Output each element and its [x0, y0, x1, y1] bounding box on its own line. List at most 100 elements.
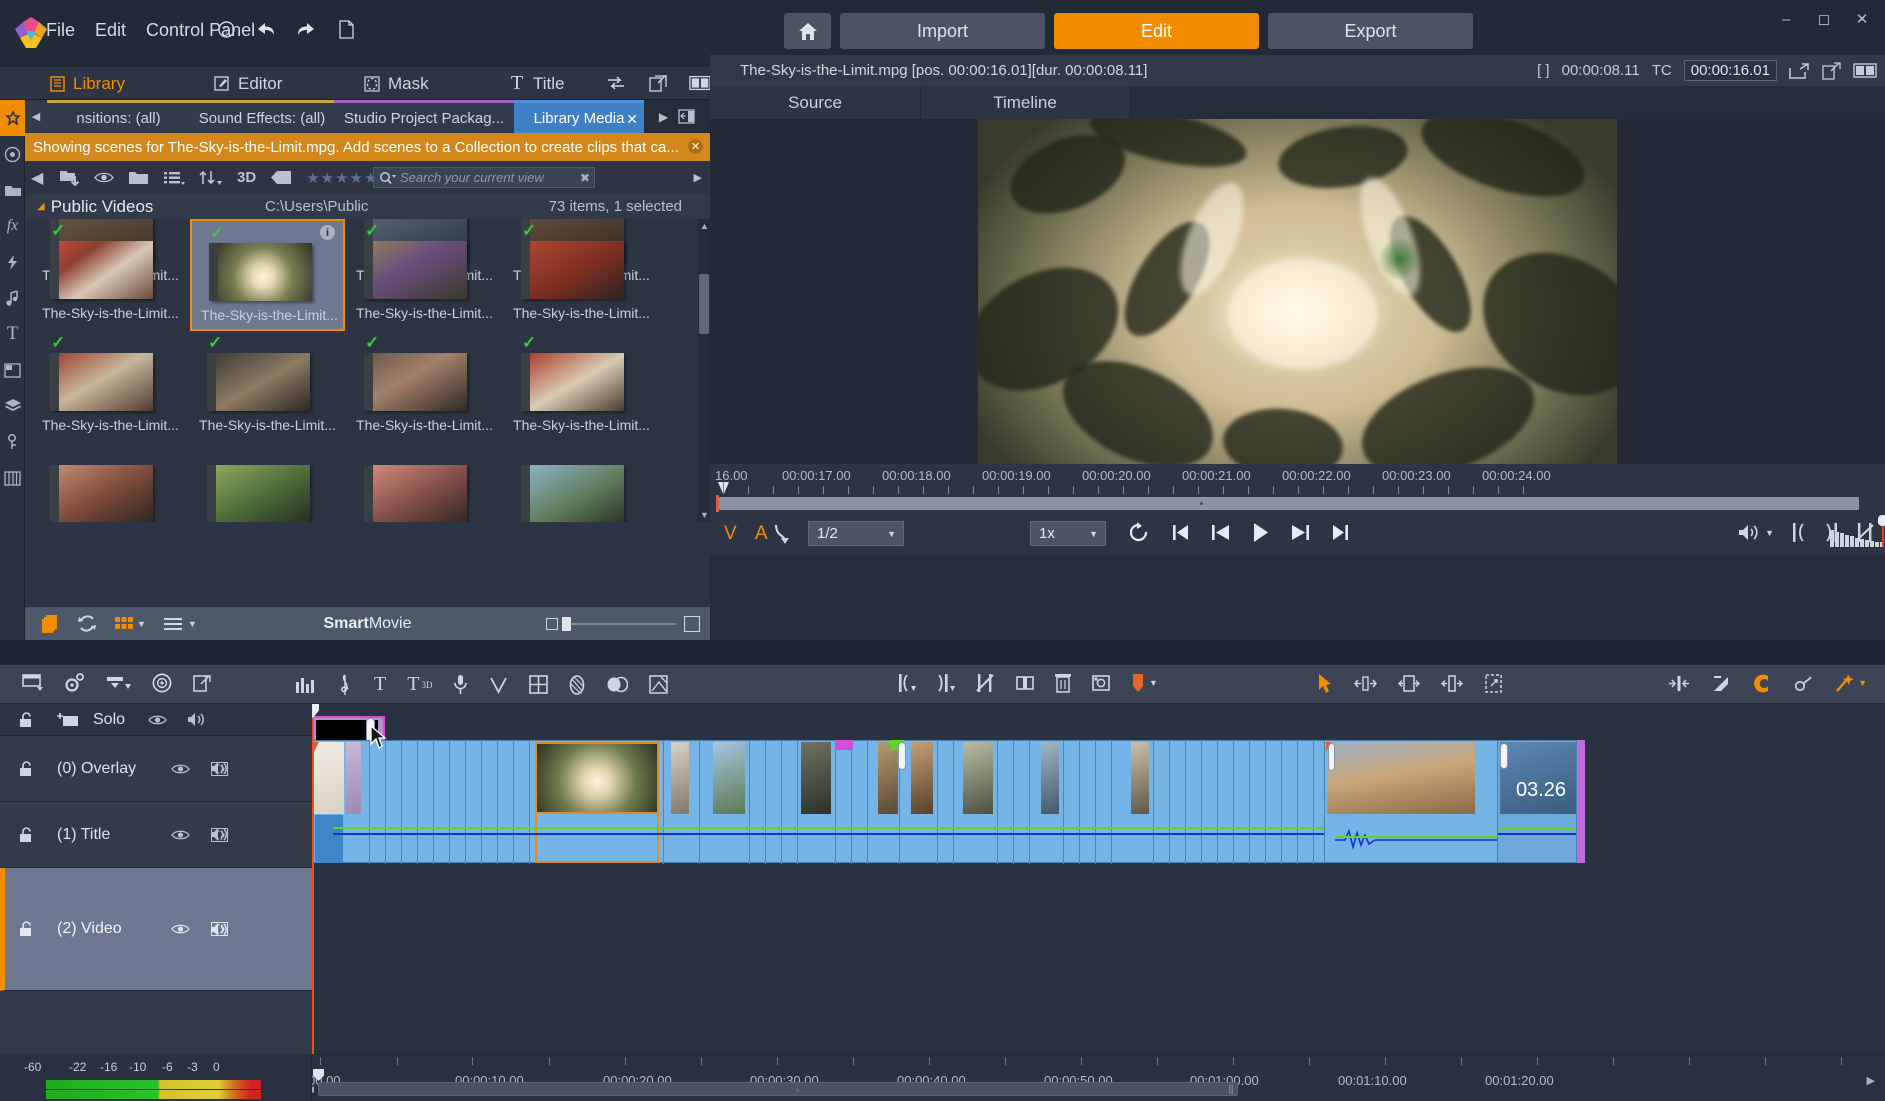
expand-icon[interactable] — [193, 674, 212, 693]
eye-icon[interactable] — [148, 714, 167, 726]
eye-icon[interactable] — [94, 171, 114, 184]
scrubber-position[interactable] — [716, 495, 719, 512]
video-clip-last[interactable]: 03.26 — [1497, 740, 1577, 863]
loop-icon[interactable] — [772, 523, 792, 545]
edit-button[interactable]: Edit — [1054, 13, 1259, 49]
magnet-icon-2[interactable] — [1711, 674, 1731, 693]
close-button[interactable]: ✕ — [1843, 6, 1881, 32]
magnet-orange-icon[interactable] — [1752, 674, 1772, 693]
duplicate-window-icon[interactable] — [647, 72, 669, 94]
clip-trim-handle[interactable] — [898, 742, 906, 770]
rail-item-media[interactable] — [0, 172, 25, 208]
timeline-scroll-right-icon[interactable]: ▶ — [1867, 1074, 1875, 1087]
disc-icon[interactable] — [152, 673, 172, 693]
title-icon[interactable]: T — [374, 673, 386, 696]
library-tabs-scroll-right[interactable]: ▶ — [659, 110, 668, 124]
voiceover-icon[interactable] — [453, 674, 468, 695]
library-tab-library-media[interactable]: Library Media ✕ — [514, 100, 644, 133]
timeline-clip-area[interactable]: 5 Quad... — [312, 704, 1885, 1054]
rail-item-favorites[interactable] — [0, 100, 25, 136]
rail-item-titles[interactable]: T — [0, 316, 25, 352]
scroll-down-icon[interactable]: ▼ — [700, 510, 709, 520]
scrollbar-grip[interactable]: ||| — [1228, 1084, 1234, 1095]
split-select[interactable]: 1/2 ▼ — [808, 521, 904, 546]
tab-timeline[interactable]: Timeline — [920, 86, 1130, 119]
rail-item-key[interactable] — [0, 424, 25, 460]
add-track-icon[interactable] — [57, 712, 79, 728]
slider-track[interactable] — [562, 616, 676, 631]
rail-item-fx[interactable]: fx — [0, 208, 25, 244]
close-icon[interactable]: ✕ — [626, 111, 638, 128]
list-item[interactable]: ✓ The-Sky-is-the-Limit... — [33, 219, 188, 331]
library-tab-transitions[interactable]: nsitions: (all) — [47, 100, 190, 133]
library-thumbnail-grid[interactable]: The-Sky-is-the-Limit... The-Sky-is-the-L… — [25, 219, 698, 522]
info-icon[interactable]: i — [320, 225, 335, 240]
marker-icon[interactable]: ▼ — [1131, 673, 1158, 693]
audio-mixer-icon[interactable] — [295, 676, 316, 694]
clear-marks-icon[interactable] — [976, 673, 995, 693]
list-view-icon[interactable] — [163, 170, 185, 186]
list-item[interactable] — [190, 443, 345, 522]
mark-out-icon[interactable] — [937, 673, 955, 693]
search-input[interactable]: Search your current view ✖ — [373, 167, 595, 188]
track-header-overlay[interactable]: (0) Overlay — [0, 736, 312, 802]
timecode-field[interactable]: 00:00:16.01 — [1683, 60, 1777, 81]
threed-toggle[interactable]: 3D — [237, 169, 256, 186]
transform-icon[interactable] — [1484, 674, 1503, 693]
duplicate-window-icon[interactable] — [1822, 61, 1841, 80]
slider-handle[interactable] — [562, 616, 571, 631]
lock-icon[interactable] — [18, 760, 35, 777]
minimize-button[interactable]: – — [1767, 6, 1805, 32]
list-item[interactable]: ✓ The-Sky-is-the-Limit... — [504, 331, 659, 443]
step-back-icon[interactable] — [1211, 524, 1230, 541]
list-item[interactable] — [347, 443, 502, 522]
trim-both-icon[interactable] — [1354, 676, 1377, 691]
eye-icon[interactable] — [171, 829, 190, 841]
lock-icon[interactable] — [18, 711, 35, 728]
tag-icon[interactable] — [270, 170, 292, 185]
clear-search-icon[interactable]: ✖ — [580, 171, 590, 185]
transition-icon[interactable] — [606, 676, 629, 693]
timeline-horizontal-scrollbar[interactable]: ◀ ||| — [307, 1082, 1238, 1096]
jump-end-icon[interactable] — [1332, 524, 1349, 541]
rail-item-transitions[interactable] — [0, 244, 25, 280]
step-forward-icon[interactable] — [1291, 524, 1310, 541]
tab-title[interactable]: T Title — [500, 67, 573, 100]
track-header-master[interactable]: Solo — [0, 704, 312, 736]
volume-icon[interactable]: ▼ — [1738, 524, 1774, 541]
thumbnail-size-slider[interactable] — [546, 615, 700, 632]
scrubber-bar[interactable] — [719, 497, 1859, 510]
redo-icon[interactable] — [295, 18, 317, 40]
list-item[interactable]: ✓ The-Sky-is-the-Limit... — [347, 219, 502, 331]
back-arrow-icon[interactable]: ◀ — [31, 168, 45, 188]
rating-stars[interactable]: ★★★★★ — [306, 169, 378, 187]
snapshot-icon[interactable] — [1092, 674, 1110, 692]
video-clip-marker[interactable] — [835, 740, 853, 750]
slide-tool-icon[interactable] — [1441, 675, 1463, 692]
tab-library[interactable]: Library — [40, 67, 133, 100]
track-header-video[interactable]: (2) Video — [0, 868, 312, 991]
mark-out-icon[interactable] — [1824, 523, 1838, 542]
rail-item-color-wheel[interactable] — [0, 136, 25, 172]
scorefitter-icon[interactable] — [649, 675, 669, 694]
lock-icon[interactable] — [18, 826, 35, 843]
chroma-icon[interactable] — [489, 676, 508, 694]
solo-label[interactable]: Solo — [93, 711, 125, 729]
eye-icon[interactable] — [171, 763, 190, 775]
scrollbar-thumb[interactable] — [699, 274, 709, 334]
storyboard-icon[interactable] — [22, 674, 43, 692]
monitor-icon[interactable] — [211, 827, 228, 842]
list-item[interactable] — [504, 443, 659, 522]
rail-item-montage[interactable] — [0, 352, 25, 388]
swap-icon[interactable] — [605, 72, 627, 94]
tab-source[interactable]: Source — [710, 86, 920, 119]
folder-icon[interactable] — [128, 170, 149, 186]
import-button[interactable]: Import — [840, 13, 1045, 49]
library-tabs-menu-icon[interactable] — [678, 109, 695, 124]
split-view-icon[interactable] — [1853, 62, 1877, 79]
title-3d-icon[interactable]: T 3D — [407, 673, 432, 696]
magnet-icon[interactable] — [106, 675, 131, 692]
list-item[interactable]: ✓ The-Sky-is-the-Limit... — [504, 219, 659, 331]
speaker-icon[interactable] — [187, 712, 207, 727]
menu-file[interactable]: File — [46, 20, 75, 41]
